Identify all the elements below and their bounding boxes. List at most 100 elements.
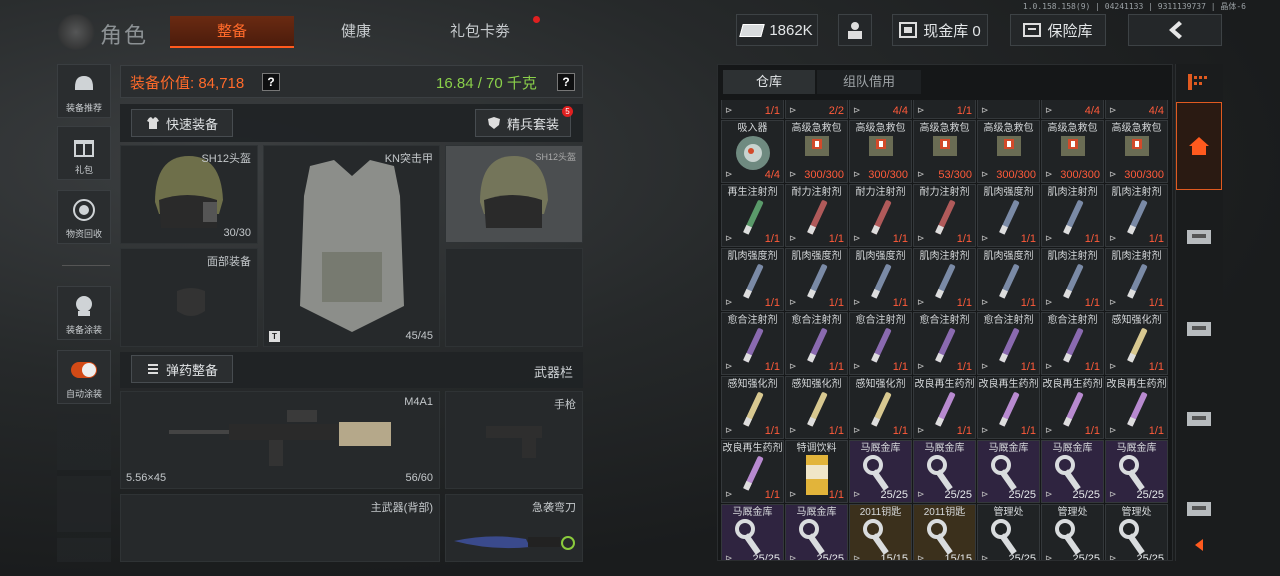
warehouse-item[interactable]: 1/1 ⊳ xyxy=(913,100,976,119)
warehouse-item[interactable]: 耐力注射剂 1/1 ⊳ xyxy=(913,184,976,247)
warehouse-item[interactable]: 特调饮料 1/1 ⊳ xyxy=(785,440,848,503)
warehouse-item[interactable]: 肌肉强度剂 1/1 ⊳ xyxy=(977,184,1040,247)
tab-warehouse[interactable]: 仓库 xyxy=(723,70,815,94)
warehouse-item[interactable]: 肌肉注射剂 1/1 ⊳ xyxy=(913,248,976,311)
knife-slot[interactable]: 急袭弯刀 xyxy=(445,494,583,562)
warehouse-item[interactable]: 马厩金库 25/25 ⊳ xyxy=(913,440,976,503)
warehouse-item[interactable]: 马厩金库 25/25 ⊳ xyxy=(721,504,784,560)
warehouse-item[interactable]: 肌肉注射剂 1/1 ⊳ xyxy=(1041,248,1104,311)
warehouse-item[interactable]: 耐力注射剂 1/1 ⊳ xyxy=(849,184,912,247)
warehouse-item[interactable]: 2011钥匙 15/15 ⊳ xyxy=(913,504,976,560)
item-marker-icon: ⊳ xyxy=(1109,553,1117,560)
sidebar-recommend-button[interactable]: 装备推荐 xyxy=(57,64,111,118)
item-image-icon xyxy=(978,517,1039,557)
sidebar-gift-button[interactable]: 礼包 xyxy=(57,126,111,180)
warehouse-item[interactable]: 耐力注射剂 1/1 ⊳ xyxy=(785,184,848,247)
sidebar-paint-button[interactable]: 装备涂装 xyxy=(57,286,111,340)
warehouse-item[interactable]: 改良再生药剂 1/1 ⊳ xyxy=(977,376,1040,439)
warehouse-item[interactable]: 肌肉注射剂 1/1 ⊳ xyxy=(1105,248,1168,311)
trader-button[interactable] xyxy=(838,14,872,46)
warehouse-item[interactable]: 管理处 25/25 ⊳ xyxy=(1041,504,1104,560)
warehouse-item[interactable]: 高级急救包 300/300 ⊳ xyxy=(1105,120,1168,183)
warehouse-item[interactable]: 改良再生药剂 1/1 ⊳ xyxy=(1105,376,1168,439)
back-button[interactable] xyxy=(1128,14,1222,46)
storage-tab-button[interactable] xyxy=(1176,206,1222,266)
sidebar-auto-paint-button[interactable]: 自动涂装 xyxy=(57,350,111,404)
warehouse-item[interactable]: 肌肉注射剂 1/1 ⊳ xyxy=(1041,184,1104,247)
mask-icon xyxy=(177,288,205,316)
warehouse-item[interactable]: 肌肉强度剂 1/1 ⊳ xyxy=(977,248,1040,311)
warehouse-item[interactable]: 愈合注射剂 1/1 ⊳ xyxy=(785,312,848,375)
character-logo-icon xyxy=(56,14,96,50)
item-marker-icon: ⊳ xyxy=(1109,169,1117,179)
home-tab-button[interactable] xyxy=(1176,102,1222,190)
warehouse-item[interactable]: 感知强化剂 1/1 ⊳ xyxy=(1105,312,1168,375)
face-slot[interactable]: 面部装备 xyxy=(120,248,258,347)
cash-icon xyxy=(739,23,766,37)
toggle-icon[interactable] xyxy=(71,357,97,383)
money-button[interactable]: 1862K xyxy=(736,14,818,46)
sidebar-recycle-button[interactable]: 物资回收 xyxy=(57,190,111,244)
warehouse-item[interactable]: 4/4 ⊳ xyxy=(1105,100,1168,119)
warehouse-item[interactable]: 感知强化剂 1/1 ⊳ xyxy=(721,376,784,439)
quick-equip-button[interactable]: 快速装备 xyxy=(131,109,233,137)
tab-team-borrow[interactable]: 组队借用 xyxy=(817,70,921,94)
collapse-button[interactable] xyxy=(1176,530,1222,560)
empty-slot[interactable] xyxy=(445,248,583,347)
warehouse-item[interactable]: 愈合注射剂 1/1 ⊳ xyxy=(849,312,912,375)
warehouse-item[interactable]: 肌肉注射剂 1/1 ⊳ xyxy=(1105,184,1168,247)
warehouse-item[interactable]: 马厩金库 25/25 ⊳ xyxy=(1041,440,1104,503)
armor-slot[interactable]: KN突击甲 45/45 T xyxy=(263,145,440,347)
helmet-slot[interactable]: SH12头盔 30/30 xyxy=(120,145,258,244)
warehouse-item[interactable]: 愈合注射剂 1/1 ⊳ xyxy=(913,312,976,375)
weight-help-button[interactable]: ? xyxy=(557,73,575,91)
warehouse-item[interactable]: 2011钥匙 15/15 ⊳ xyxy=(849,504,912,560)
tab-equip[interactable]: 整备 xyxy=(170,16,294,48)
warehouse-item[interactable]: 愈合注射剂 1/1 ⊳ xyxy=(1041,312,1104,375)
warehouse-item[interactable]: 马厩金库 25/25 ⊳ xyxy=(977,440,1040,503)
warehouse-item[interactable]: ⊳ xyxy=(977,100,1040,119)
warehouse-item[interactable]: 高级急救包 300/300 ⊳ xyxy=(1041,120,1104,183)
warehouse-item[interactable]: 愈合注射剂 1/1 ⊳ xyxy=(977,312,1040,375)
storage-tab-button[interactable] xyxy=(1176,478,1222,538)
tab-gift-cards[interactable]: 礼包卡劵 xyxy=(418,16,542,48)
warehouse-item[interactable]: 感知强化剂 1/1 ⊳ xyxy=(785,376,848,439)
warehouse-item[interactable]: 改良再生药剂 1/1 ⊳ xyxy=(721,440,784,503)
warehouse-item[interactable]: 肌肉强度剂 1/1 ⊳ xyxy=(849,248,912,311)
back-weapon-slot[interactable]: 主武器(背部) xyxy=(120,494,440,562)
warehouse-item[interactable]: 感知强化剂 1/1 ⊳ xyxy=(849,376,912,439)
storage-tab-button[interactable] xyxy=(1176,388,1222,448)
helmet-preview-slot[interactable]: SH12头盔 xyxy=(445,145,583,243)
rifle-slot[interactable]: M4A1 5.56×45 56/60 xyxy=(120,391,440,489)
warehouse-item[interactable]: 肌肉强度剂 1/1 ⊳ xyxy=(721,248,784,311)
sort-button[interactable] xyxy=(1176,64,1222,100)
warehouse-item[interactable]: 高级急救包 53/300 ⊳ xyxy=(913,120,976,183)
warehouse-item[interactable]: 管理处 25/25 ⊳ xyxy=(1105,504,1168,560)
warehouse-item[interactable]: 改良再生药剂 1/1 ⊳ xyxy=(1041,376,1104,439)
warehouse-item[interactable]: 马厩金库 25/25 ⊳ xyxy=(785,504,848,560)
warehouse-item[interactable]: 再生注射剂 1/1 ⊳ xyxy=(721,184,784,247)
warehouse-item[interactable]: 高级急救包 300/300 ⊳ xyxy=(849,120,912,183)
pistol-slot[interactable]: 手枪 xyxy=(445,391,583,489)
warehouse-item[interactable]: 肌肉强度剂 1/1 ⊳ xyxy=(785,248,848,311)
cash-vault-button[interactable]: 现金库 0 xyxy=(892,14,988,46)
warehouse-item[interactable]: 吸入器 4/4 ⊳ xyxy=(721,120,784,183)
item-name: 马厩金库 xyxy=(796,507,837,518)
warehouse-item[interactable]: 管理处 25/25 ⊳ xyxy=(977,504,1040,560)
warehouse-item[interactable]: 高级急救包 300/300 ⊳ xyxy=(785,120,848,183)
storage-tab-button[interactable] xyxy=(1176,298,1222,358)
elite-set-button[interactable]: 精兵套装 xyxy=(475,109,571,137)
ammo-button[interactable]: 弹药整备 xyxy=(131,355,233,383)
warehouse-item[interactable]: 马厩金库 25/25 ⊳ xyxy=(1105,440,1168,503)
warehouse-item[interactable]: 高级急救包 300/300 ⊳ xyxy=(977,120,1040,183)
safe-box-button[interactable]: 保险库 xyxy=(1010,14,1106,46)
warehouse-item[interactable]: 4/4 ⊳ xyxy=(1041,100,1104,119)
warehouse-item[interactable]: 4/4 ⊳ xyxy=(849,100,912,119)
warehouse-item[interactable]: 愈合注射剂 1/1 ⊳ xyxy=(721,312,784,375)
warehouse-item[interactable]: 1/1 ⊳ xyxy=(721,100,784,119)
tab-health[interactable]: 健康 xyxy=(294,16,418,48)
value-help-button[interactable]: ? xyxy=(262,73,280,91)
warehouse-item[interactable]: 马厩金库 25/25 ⊳ xyxy=(849,440,912,503)
warehouse-item[interactable]: 2/2 ⊳ xyxy=(785,100,848,119)
warehouse-item[interactable]: 改良再生药剂 1/1 ⊳ xyxy=(913,376,976,439)
